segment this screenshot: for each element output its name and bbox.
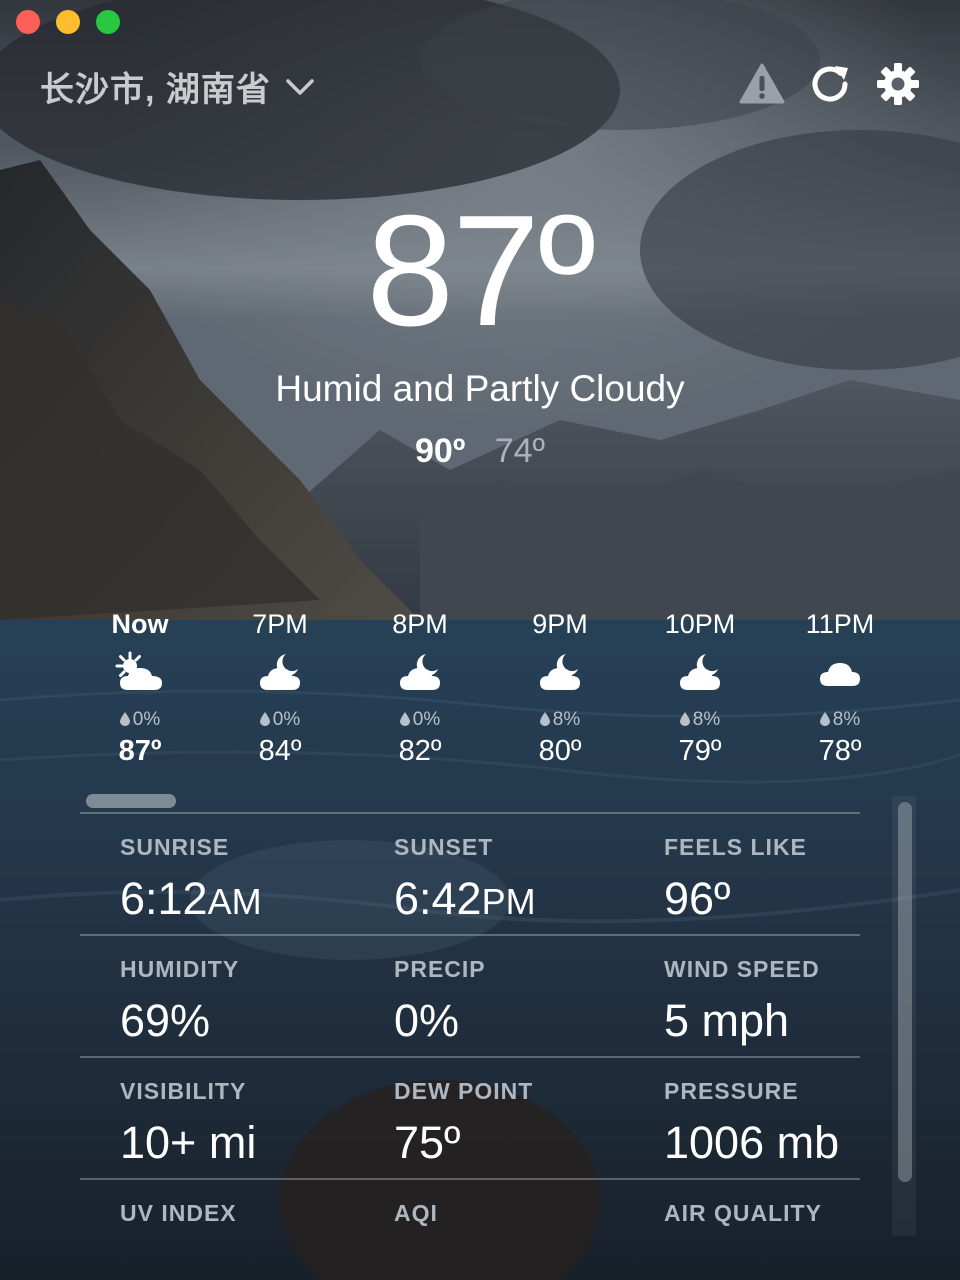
pressure-label: PRESSURE (664, 1078, 799, 1104)
dew-point-label: DEW POINT (394, 1078, 534, 1104)
location-selector[interactable]: 长沙市, 湖南省 (40, 62, 315, 111)
zoom-button[interactable] (96, 10, 120, 34)
dew-point-value: 75º (394, 1117, 461, 1168)
high-temperature: 90º (415, 432, 466, 470)
current-condition: Humid and Partly Cloudy (275, 368, 685, 409)
sunset-cell: SUNSET 6:42PM (394, 834, 536, 925)
feels-like-cell: FEELS LIKE 96º (664, 834, 807, 925)
hour-temp: 80º (538, 735, 582, 767)
hour-time: 7PM (252, 609, 308, 639)
hour-temp: 82º (398, 735, 442, 767)
partly-cloudy-night-icon (540, 654, 580, 690)
hourly-item: 9PM 8% 80º (490, 604, 630, 784)
divider (80, 934, 860, 936)
hour-time: 8PM (392, 609, 448, 639)
wind-speed-value: 5 mph (664, 995, 790, 1046)
hourly-item: 7PM 0% 84º (210, 604, 350, 784)
location-label: 长沙市, 湖南省 (40, 71, 271, 109)
visibility-cell: VISIBILITY 10+ mi (120, 1078, 256, 1169)
raindrop-icon (679, 712, 690, 726)
hourly-item: Now 0% 87º (70, 604, 210, 784)
divider (80, 812, 860, 814)
hour-time: Now (111, 609, 169, 639)
hour-temp: 79º (678, 735, 722, 767)
horizontal-scrollbar[interactable] (86, 794, 176, 808)
precip-label: PRECIP (394, 956, 486, 982)
hourly-forecast[interactable]: Now 0% 87º 7PM 0% 84º 8PM 0% 82º 9PM 8% … (70, 604, 910, 784)
hour-precip: 0% (412, 709, 441, 730)
hour-temp: 87º (118, 735, 162, 767)
air-quality-cell: AIR QUALITY (664, 1200, 822, 1227)
sunrise-cell: SUNRISE 6:12AM (120, 834, 262, 925)
visibility-value: 10+ mi (120, 1117, 257, 1168)
low-temperature: 74º (494, 432, 545, 470)
humidity-label: HUMIDITY (120, 956, 240, 982)
hour-time: 10PM (664, 609, 736, 639)
aqi-label: AQI (394, 1200, 438, 1226)
raindrop-icon (119, 712, 130, 726)
uv-index-cell: UV INDEX (120, 1200, 237, 1227)
visibility-label: VISIBILITY (120, 1078, 247, 1104)
divider (80, 1056, 860, 1058)
hour-precip: 8% (832, 709, 861, 730)
raindrop-icon (539, 712, 550, 726)
air-quality-label: AIR QUALITY (664, 1200, 822, 1226)
minimize-button[interactable] (56, 10, 80, 34)
aqi-cell: AQI (394, 1200, 438, 1227)
precip-cell: PRECIP 0% (394, 956, 486, 1047)
humidity-value: 69% (120, 995, 211, 1046)
hourly-item: 10PM 8% 79º (630, 604, 770, 784)
pressure-value: 1006 mb (664, 1117, 840, 1168)
hour-precip: 0% (132, 709, 161, 730)
hour-temp: 84º (258, 735, 302, 767)
sunrise-value: 6:12AM (120, 873, 262, 924)
partly-cloudy-day-icon (115, 651, 162, 690)
hour-time: 9PM (532, 609, 588, 639)
chevron-down-icon (286, 78, 314, 95)
hour-time: 11PM (805, 609, 875, 639)
wind-speed-label: WIND SPEED (664, 956, 820, 982)
hour-precip: 0% (272, 709, 301, 730)
sunset-value: 6:42PM (394, 873, 536, 924)
close-button[interactable] (16, 10, 40, 34)
sunrise-label: SUNRISE (120, 834, 230, 860)
hour-temp: 78º (818, 735, 862, 767)
refresh-icon[interactable] (806, 60, 854, 108)
partly-cloudy-night-icon (680, 654, 720, 690)
gear-icon[interactable] (874, 60, 922, 108)
raindrop-icon (259, 712, 270, 726)
sunset-label: SUNSET (394, 834, 494, 860)
current-temperature: 87º (366, 183, 595, 359)
raindrop-icon (399, 712, 410, 726)
divider (80, 1178, 860, 1180)
cloud-icon (820, 663, 860, 686)
hour-precip: 8% (692, 709, 721, 730)
dew-point-cell: DEW POINT 75º (394, 1078, 533, 1169)
hourly-item: 11PM 8% 78º (770, 604, 910, 784)
partly-cloudy-night-icon (400, 654, 440, 690)
vertical-scrollbar[interactable] (898, 802, 912, 1182)
raindrop-icon (819, 712, 830, 726)
high-low: 90º 74º (0, 432, 960, 471)
hourly-item: 8PM 0% 82º (350, 604, 490, 784)
alert-icon[interactable] (738, 60, 786, 108)
humidity-cell: HUMIDITY 69% (120, 956, 239, 1047)
precip-value: 0% (394, 995, 460, 1046)
pressure-cell: PRESSURE 1006 mb (664, 1078, 839, 1169)
wind-speed-cell: WIND SPEED 5 mph (664, 956, 820, 1047)
partly-cloudy-night-icon (260, 654, 300, 690)
feels-like-label: FEELS LIKE (664, 834, 807, 860)
hour-precip: 8% (552, 709, 581, 730)
uv-index-label: UV INDEX (120, 1200, 237, 1226)
feels-like-value: 96º (664, 873, 731, 924)
